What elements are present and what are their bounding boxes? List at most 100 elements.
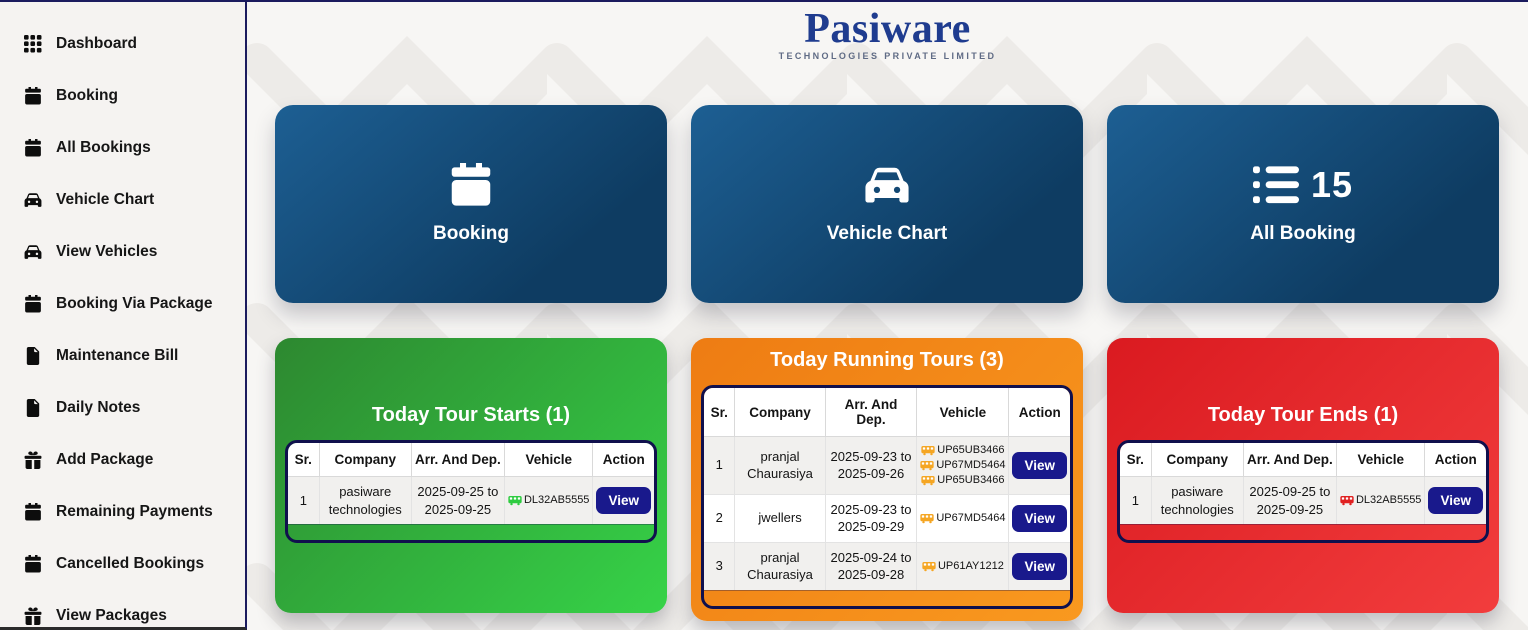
bus-icon	[921, 445, 935, 456]
calendar-icon	[24, 87, 42, 105]
column-header: Action	[1009, 388, 1070, 437]
tour-card-title: Today Tour Ends (1)	[1117, 404, 1489, 427]
sidebar-item-remaining-payments[interactable]: Remaining Payments	[0, 486, 245, 538]
column-header: Vehicle	[1336, 443, 1424, 477]
gift-icon	[24, 607, 42, 625]
view-button[interactable]: View	[1012, 452, 1067, 479]
stat-card-all-booking[interactable]: 15All Booking	[1107, 105, 1499, 303]
tour-card-today-running-tours: Today Running Tours (3) Sr.CompanyArr. An…	[691, 338, 1083, 621]
cell-company: pasiware technologies	[319, 477, 411, 525]
tour-table: Sr.CompanyArr. And Dep.VehicleAction1pas…	[285, 440, 657, 543]
sidebar-item-view-vehicles[interactable]: View Vehicles	[0, 226, 245, 278]
tour-card-today-tour-starts: Today Tour Starts (1) Sr.CompanyArr. And …	[275, 338, 667, 613]
cell-vehicles: UP65UB3466UP67MD5464UP65UB3466	[917, 437, 1009, 495]
column-header: Sr.	[1120, 443, 1151, 477]
sidebar-item-dashboard[interactable]: Dashboard	[0, 18, 245, 70]
sidebar-item-vehicle-chart[interactable]: Vehicle Chart	[0, 174, 245, 226]
brand-logo-text: Pasiware	[247, 8, 1528, 50]
sidebar-item-add-package[interactable]: Add Package	[0, 434, 245, 486]
cell-dates: 2025-09-23 to 2025-09-26	[825, 437, 917, 495]
stat-card-icon-row: 15	[1253, 163, 1353, 207]
cell-dates: 2025-09-25 to 2025-09-25	[411, 477, 504, 525]
bus-icon	[920, 460, 934, 471]
view-button[interactable]: View	[1012, 553, 1067, 580]
tour-card-title: Today Running Tours (3)	[701, 349, 1073, 372]
cell-dates: 2025-09-24 to 2025-09-28	[825, 542, 917, 590]
sidebar-item-label: Dashboard	[56, 35, 137, 53]
vehicle-number: DL32AB5555	[524, 493, 589, 508]
bus-icon	[921, 475, 935, 486]
car-icon	[24, 191, 42, 209]
sidebar-item-label: Cancelled Bookings	[56, 555, 204, 573]
file-icon	[24, 347, 42, 365]
cell-sr: 1	[288, 477, 319, 525]
sidebar-item-label: View Packages	[56, 607, 167, 625]
bus-icon	[922, 561, 936, 572]
calendar-icon	[24, 295, 42, 313]
cell-dates: 2025-09-25 to 2025-09-25	[1243, 477, 1336, 525]
stat-card-count: 15	[1311, 164, 1353, 206]
grid-icon	[24, 35, 42, 53]
column-header: Vehicle	[504, 443, 592, 477]
cell-company: pasiware technologies	[1151, 477, 1243, 525]
sidebar-item-label: Remaining Payments	[56, 503, 213, 521]
stat-cards-row: Booking Vehicle Chart15All Booking	[275, 105, 1499, 303]
cell-action: View	[1009, 494, 1070, 542]
sidebar-item-label: Booking Via Package	[56, 295, 213, 313]
table-footer-strip	[1120, 524, 1486, 540]
cell-action: View	[1009, 437, 1070, 495]
sidebar-item-cancelled-bookings[interactable]: Cancelled Bookings	[0, 538, 245, 590]
sidebar-item-maintenance-bill[interactable]: Maintenance Bill	[0, 330, 245, 382]
calendar-icon	[24, 555, 42, 573]
sidebar: Dashboard BookingAll Bookings Vehicle Char…	[0, 2, 247, 630]
column-header: Vehicle	[917, 388, 1009, 437]
brand-header: Pasiware TECHNOLOGIES PRIVATE LIMITED	[247, 2, 1528, 61]
cell-vehicles: UP67MD5464	[917, 494, 1009, 542]
table-header-row: Sr.CompanyArr. And Dep.VehicleAction	[704, 388, 1070, 437]
cell-vehicles: UP61AY1212	[917, 542, 1009, 590]
cell-vehicles: DL32AB5555	[504, 477, 592, 525]
calendar-icon	[448, 163, 494, 207]
column-header: Company	[319, 443, 411, 477]
main-content: Pasiware TECHNOLOGIES PRIVATE LIMITED Bo…	[247, 2, 1528, 630]
tour-tables-row: Today Tour Starts (1) Sr.CompanyArr. And …	[275, 338, 1499, 621]
cell-action: View	[593, 477, 654, 525]
sidebar-item-view-packages[interactable]: View Packages	[0, 590, 245, 630]
cell-vehicles: DL32AB5555	[1336, 477, 1424, 525]
vehicle-number: UP67MD5464	[936, 458, 1005, 473]
column-header: Company	[735, 388, 825, 437]
column-header: Action	[593, 443, 654, 477]
sidebar-item-booking[interactable]: Booking	[0, 70, 245, 122]
table-footer-strip	[288, 524, 654, 540]
table-row: 1pasiware technologies2025-09-25 to 2025…	[288, 477, 654, 525]
sidebar-item-label: Vehicle Chart	[56, 191, 154, 209]
cell-company: pranjal Chaurasiya	[735, 542, 825, 590]
tour-table: Sr.CompanyArr. And Dep.VehicleAction1pas…	[1117, 440, 1489, 543]
cell-sr: 3	[704, 542, 735, 590]
gift-icon	[24, 451, 42, 469]
view-button[interactable]: View	[1428, 487, 1483, 514]
sidebar-item-all-bookings[interactable]: All Bookings	[0, 122, 245, 174]
column-header: Company	[1151, 443, 1243, 477]
stat-card-label: Booking	[433, 223, 509, 245]
tour-card-today-tour-ends: Today Tour Ends (1) Sr.CompanyArr. And De…	[1107, 338, 1499, 613]
stat-card-booking[interactable]: Booking	[275, 105, 667, 303]
cell-action: View	[1425, 477, 1486, 525]
calendar-icon	[24, 139, 42, 157]
table-header-row: Sr.CompanyArr. And Dep.VehicleAction	[288, 443, 654, 477]
vehicle-number: UP67MD5464	[936, 511, 1005, 526]
bus-icon	[920, 513, 934, 524]
column-header: Sr.	[288, 443, 319, 477]
brand-tagline: TECHNOLOGIES PRIVATE LIMITED	[247, 52, 1528, 61]
vehicle-number: UP61AY1212	[938, 559, 1004, 574]
view-button[interactable]: View	[596, 487, 651, 514]
sidebar-item-daily-notes[interactable]: Daily Notes	[0, 382, 245, 434]
sidebar-item-booking-via-package[interactable]: Booking Via Package	[0, 278, 245, 330]
tour-card-title: Today Tour Starts (1)	[285, 404, 657, 427]
stat-card-vehicle-chart[interactable]: Vehicle Chart	[691, 105, 1083, 303]
cell-sr: 1	[704, 437, 735, 495]
view-button[interactable]: View	[1012, 505, 1067, 532]
table-row: 2jwellers2025-09-23 to 2025-09-29UP67MD5…	[704, 494, 1070, 542]
sidebar-item-label: View Vehicles	[56, 243, 157, 261]
cell-sr: 2	[704, 494, 735, 542]
